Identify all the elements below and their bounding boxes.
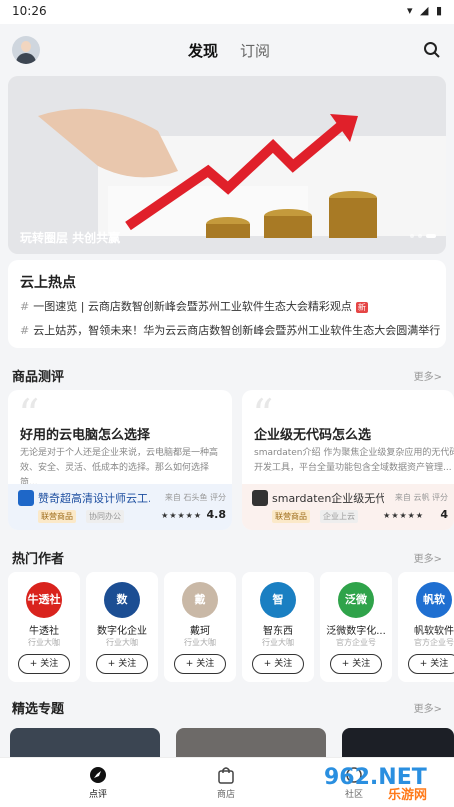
author-role: 行业大咖 (184, 638, 216, 647)
product-tag: 联营商品 (38, 510, 76, 523)
product-category: 协同办公 (86, 510, 124, 523)
review-source: 来自 石头鱼 评分 (164, 493, 226, 502)
banner-indicator (406, 223, 436, 242)
product-icon (18, 490, 34, 506)
rating-stars: ★★★★★ (161, 511, 202, 520)
product-name: 赞奇超高清设计师云工... (38, 492, 150, 505)
status-bar: 10:26 ▾ ◢ ▮ (0, 0, 454, 24)
authors-more-link[interactable]: 更多> (414, 550, 442, 565)
top-nav: 发现 订阅 (0, 24, 454, 76)
review-source: 来自 云帆 评分 (394, 493, 448, 502)
follow-button[interactable]: + 关注 (18, 654, 70, 674)
rating-score: 4 (440, 508, 448, 521)
hot-item[interactable]: # 云上姑苏，智领未来！华为云云商店数智创新峰会暨苏州工业软件生态大会圆满举行 (20, 322, 440, 338)
avatar[interactable] (12, 36, 40, 64)
banner[interactable]: 玩转圈层 共创共赢 (8, 76, 446, 254)
review-title: 商品测评 (12, 370, 65, 385)
tab-subscribe[interactable]: 订阅 (240, 40, 270, 61)
product-info[interactable]: smardaten企业级无代码... 来自 云帆 评分 联营商品 企业上云 ★★… (242, 484, 454, 530)
rating-score: 4.8 (206, 508, 227, 521)
search-icon[interactable] (422, 40, 442, 60)
author-role: 行业大咖 (28, 638, 60, 647)
product-tag: 联营商品 (272, 510, 310, 523)
hot-title: 云上热点 (20, 275, 76, 291)
author-card[interactable]: 戴戴珂 行业大咖 + 关注 (164, 572, 236, 682)
hot-item[interactable]: # 一图速览 | 云商店数智创新峰会暨苏州工业软件生态大会精彩观点新 (20, 298, 368, 314)
author-role: 行业大咖 (106, 638, 138, 647)
author-logo: 帆软 (416, 582, 452, 618)
author-card[interactable]: 牛透社 牛透社 行业大咖 + 关注 (8, 572, 80, 682)
card-desc: smardaten介绍 作为聚焦企业级复杂应用的无代码开发工具，平台全量功能包含… (254, 448, 454, 473)
svg-text:962.NET: 962.NET (324, 765, 427, 790)
nav-review[interactable]: 点评 (68, 766, 128, 800)
product-name: smardaten企业级无代码... (272, 492, 384, 505)
topics-title: 精选专题 (12, 702, 65, 717)
review-card[interactable]: “ 企业级无代码怎么选 smardaten介绍 作为聚焦企业级复杂应用的无代码开… (242, 390, 454, 530)
author-name: 泛微数字化... (326, 626, 386, 637)
author-role: 行业大咖 (262, 638, 294, 647)
author-card[interactable]: 数数字化企业 行业大咖 + 关注 (86, 572, 158, 682)
author-card[interactable]: 帆软帆软软件 官方企业号 + 关注 (398, 572, 454, 682)
tab-discover[interactable]: 发现 (188, 40, 218, 61)
nav-store[interactable]: 商店 (196, 766, 256, 800)
author-logo: 泛微 (338, 582, 374, 618)
banner-image (8, 76, 446, 254)
author-name: 智东西 (263, 626, 293, 637)
card-title: 企业级无代码怎么选 (254, 428, 372, 443)
topics-more-link[interactable]: 更多> (414, 700, 442, 715)
author-name: 数字化企业 (97, 626, 147, 637)
review-more-link[interactable]: 更多> (414, 368, 442, 383)
author-logo: 戴 (182, 582, 218, 618)
status-time: 10:26 (12, 4, 47, 18)
product-category: 企业上云 (320, 510, 358, 523)
author-role: 官方企业号 (414, 638, 454, 647)
review-card[interactable]: “ 好用的云电脑怎么选择 无论是对于个人还是企业来说，云电脑都是一种高效、安全、… (8, 390, 232, 530)
hot-topics: 云上热点 # 一图速览 | 云商店数智创新峰会暨苏州工业软件生态大会精彩观点新 #… (8, 260, 446, 348)
author-name: 帆软软件 (414, 626, 454, 637)
follow-button[interactable]: + 关注 (408, 654, 454, 674)
banner-caption: 玩转圈层 共创共赢 (20, 231, 121, 245)
author-name: 牛透社 (29, 626, 59, 637)
status-icons: ▾ ◢ ▮ (406, 4, 444, 17)
author-role: 官方企业号 (336, 638, 376, 647)
follow-button[interactable]: + 关注 (174, 654, 226, 674)
author-logo: 牛透社 (26, 582, 62, 618)
author-card[interactable]: 智智东西 行业大咖 + 关注 (242, 572, 314, 682)
author-logo: 数 (104, 582, 140, 618)
bag-icon (218, 767, 234, 784)
follow-button[interactable]: + 关注 (252, 654, 304, 674)
follow-button[interactable]: + 关注 (330, 654, 382, 674)
svg-text:乐游网: 乐游网 (388, 787, 427, 802)
card-title: 好用的云电脑怎么选择 (20, 428, 151, 443)
author-card[interactable]: 泛微泛微数字化... 官方企业号 + 关注 (320, 572, 392, 682)
product-info[interactable]: 赞奇超高清设计师云工... 来自 石头鱼 评分 联营商品 协同办公 ★★★★★ … (8, 484, 232, 530)
rating-stars: ★★★★★ (383, 511, 424, 520)
new-badge: 新 (355, 302, 368, 313)
authors-title: 热门作者 (12, 552, 65, 567)
compass-icon (90, 767, 106, 783)
author-name: 戴珂 (190, 626, 210, 637)
follow-button[interactable]: + 关注 (96, 654, 148, 674)
product-icon (252, 490, 268, 506)
watermark-logo: 962.NET 乐游网 (324, 765, 427, 802)
author-logo: 智 (260, 582, 296, 618)
